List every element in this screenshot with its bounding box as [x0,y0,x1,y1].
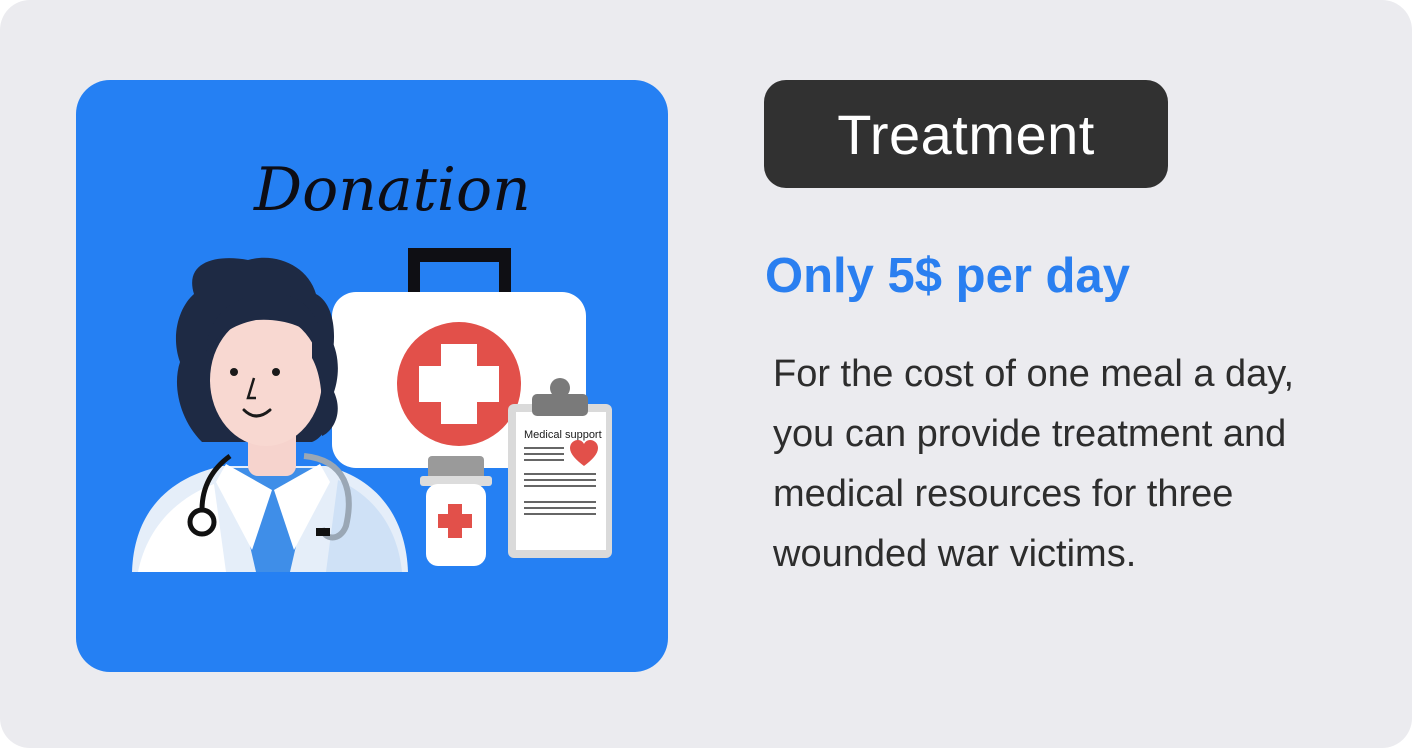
illustration-svg: Donation Medical support [132,155,612,572]
price-headline: Only 5$ per day [765,249,1130,303]
medicine-bottle-icon [420,456,492,566]
description-line: medical resources for three [773,473,1234,515]
clipboard-title: Medical support [524,429,602,441]
donation-illustration: Donation Medical support [76,80,668,672]
description-line: For the cost of one meal a day, [773,353,1295,395]
description-line: wounded war victims. [773,533,1137,575]
donation-title: Donation [253,155,531,225]
donation-card: Donation Medical support Treatment Only … [0,0,1412,748]
clipboard-icon: Medical support [508,378,612,558]
description-text: For the cost of one meal a day, you can … [773,344,1373,584]
description-line: you can provide treatment and [773,413,1287,455]
treatment-badge: Treatment [764,80,1168,188]
